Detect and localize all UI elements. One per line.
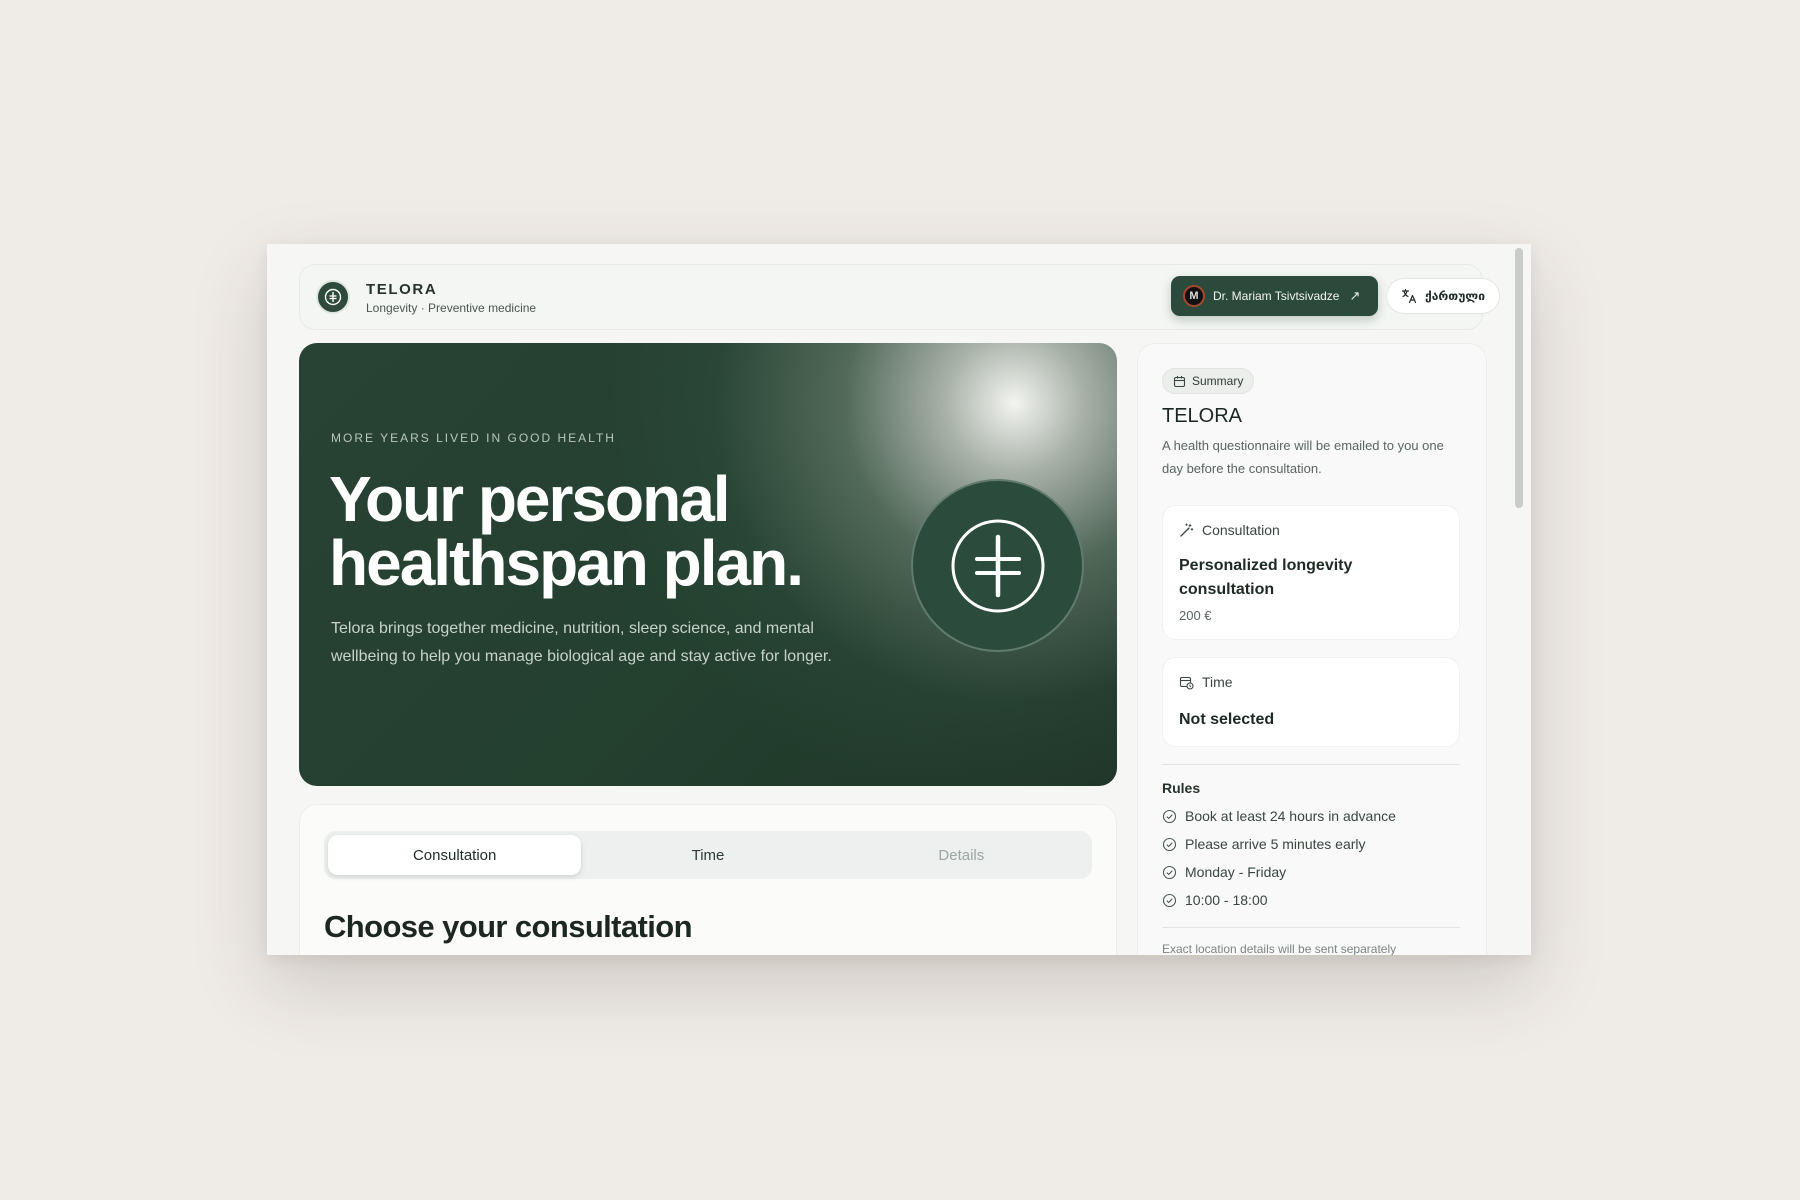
hero-title: Your personal healthspan plan. bbox=[329, 467, 889, 595]
summary-chip: Summary bbox=[1162, 368, 1255, 394]
language-label: ქართული bbox=[1425, 289, 1485, 303]
hero-title-line-2: healthspan plan. bbox=[329, 527, 804, 599]
tab-time[interactable]: Time bbox=[581, 835, 834, 875]
doctor-name: Dr. Mariam Tsivtsivadze bbox=[1213, 289, 1340, 303]
hero-title-line-1: Your personal bbox=[329, 463, 731, 535]
hero-description: Telora brings together medicine, nutriti… bbox=[331, 620, 832, 665]
summary-title: TELORA bbox=[1162, 405, 1243, 427]
consultation-price: 200 € bbox=[1179, 608, 1212, 623]
consultation-label: Consultation bbox=[1202, 522, 1280, 538]
brand-subtitle: Longevity · Preventive medicine bbox=[366, 301, 537, 315]
check-circle-icon bbox=[1162, 809, 1177, 823]
rule-text: Please arrive 5 minutes early bbox=[1185, 836, 1366, 852]
booking-card: Consultation Time Details Choose your co… bbox=[299, 804, 1117, 955]
rules-list: Book at least 24 hours in advance Please… bbox=[1162, 802, 1396, 914]
translate-icon bbox=[1401, 288, 1417, 304]
time-label: Time bbox=[1202, 674, 1233, 690]
consultation-value: Personalized longevity consultation bbox=[1179, 557, 1353, 598]
consultation-summary-card: Consultation Personalized longevity cons… bbox=[1162, 505, 1460, 640]
hero-eyebrow: MORE YEARS LIVED IN GOOD HEALTH bbox=[331, 431, 616, 445]
rule-item: Monday - Friday bbox=[1162, 858, 1396, 886]
check-circle-icon bbox=[1162, 893, 1177, 907]
calendar-clock-icon bbox=[1179, 676, 1194, 690]
doctor-profile-button[interactable]: M Dr. Mariam Tsivtsivadze ↗ bbox=[1171, 276, 1378, 316]
scrollbar[interactable] bbox=[1515, 248, 1523, 508]
time-summary-card: Time Not selected bbox=[1162, 657, 1460, 747]
rule-text: Book at least 24 hours in advance bbox=[1185, 808, 1396, 824]
summary-divider bbox=[1162, 927, 1460, 928]
time-label-row: Time bbox=[1179, 674, 1233, 690]
healthspan-emblem-icon bbox=[911, 479, 1084, 652]
tab-consultation[interactable]: Consultation bbox=[328, 835, 582, 875]
brand-name: TELORA bbox=[366, 281, 438, 298]
logo-icon[interactable] bbox=[316, 280, 350, 314]
check-circle-icon bbox=[1162, 865, 1177, 879]
language-switch-button[interactable]: ქართული bbox=[1386, 278, 1500, 314]
hero-banner: MORE YEARS LIVED IN GOOD HEALTH Your per… bbox=[299, 343, 1117, 786]
time-value: Not selected bbox=[1179, 711, 1275, 728]
external-link-icon: ↗ bbox=[1349, 288, 1361, 303]
rule-item: 10:00 - 18:00 bbox=[1162, 886, 1396, 914]
check-circle-icon bbox=[1162, 837, 1177, 851]
booking-steps-tabs: Consultation Time Details bbox=[324, 831, 1092, 879]
summary-description: A health questionnaire will be emailed t… bbox=[1162, 438, 1444, 476]
consultation-label-row: Consultation bbox=[1179, 522, 1280, 538]
app-window: TELORA Longevity · Preventive medicine M… bbox=[267, 244, 1531, 955]
location-footnote: Exact location details will be sent sepa… bbox=[1162, 942, 1397, 955]
doctor-avatar: M bbox=[1183, 285, 1205, 307]
rule-item: Book at least 24 hours in advance bbox=[1162, 802, 1396, 830]
summary-panel: Summary TELORA A health questionnaire wi… bbox=[1137, 343, 1487, 955]
top-header: TELORA Longevity · Preventive medicine M… bbox=[299, 264, 1500, 330]
magic-wand-icon bbox=[1180, 523, 1194, 537]
rule-item: Please arrive 5 minutes early bbox=[1162, 830, 1396, 858]
rules-title: Rules bbox=[1162, 780, 1201, 796]
tab-details[interactable]: Details bbox=[835, 835, 1088, 875]
summary-chip-label: Summary bbox=[1192, 374, 1244, 388]
rule-text: Monday - Friday bbox=[1185, 864, 1287, 880]
summary-divider bbox=[1162, 764, 1460, 765]
section-title: Choose your consultation bbox=[324, 909, 693, 944]
rule-text: 10:00 - 18:00 bbox=[1185, 892, 1268, 908]
calendar-icon bbox=[1173, 375, 1186, 387]
